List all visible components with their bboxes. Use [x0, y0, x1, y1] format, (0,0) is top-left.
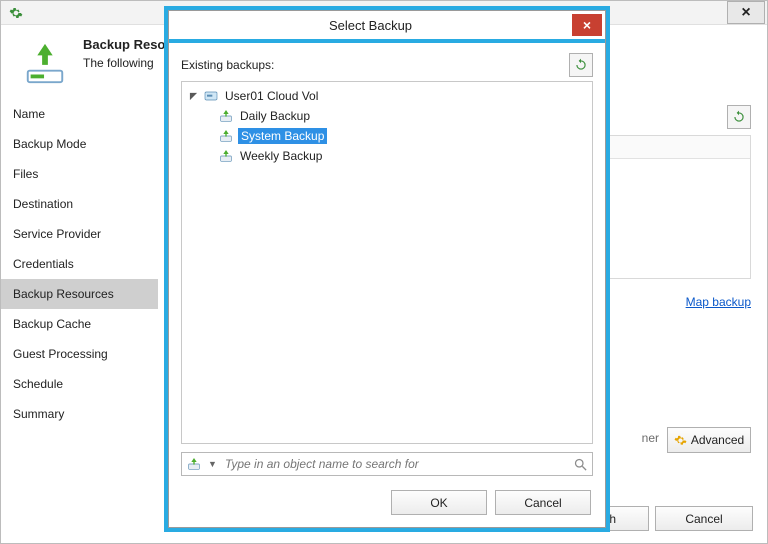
nav-label: Service Provider	[13, 227, 101, 241]
nav-item-credentials[interactable]: Credentials	[1, 249, 158, 279]
map-backup-link[interactable]: Map backup	[686, 295, 751, 309]
tree-node-backup[interactable]: Weekly Backup	[184, 146, 590, 166]
close-icon: ×	[583, 17, 591, 33]
nav-label: Credentials	[13, 257, 74, 271]
nav-label: Schedule	[13, 377, 63, 391]
backup-tree[interactable]: User01 Cloud Vol Daily Backup System Bac…	[181, 81, 593, 444]
nav-label: Name	[13, 107, 45, 121]
wizard-cancel-button[interactable]: Cancel	[655, 506, 753, 531]
wizard-close-button[interactable]: ×	[727, 1, 765, 24]
search-icon[interactable]	[573, 457, 588, 472]
app-gear-icon	[7, 4, 25, 22]
existing-backups-label: Existing backups:	[181, 58, 274, 72]
refresh-icon	[732, 110, 746, 124]
ok-button[interactable]: OK	[391, 490, 487, 515]
nav-label: Files	[13, 167, 38, 181]
backup-icon	[218, 128, 234, 144]
advanced-button[interactable]: Advanced	[667, 427, 751, 453]
dropdown-icon[interactable]: ▼	[208, 459, 217, 469]
search-input[interactable]	[223, 456, 567, 472]
tree-node-root[interactable]: User01 Cloud Vol	[184, 86, 590, 106]
tree-node-backup[interactable]: System Backup	[184, 126, 590, 146]
existing-backups-row: Existing backups:	[181, 53, 593, 77]
button-label: OK	[430, 496, 447, 510]
dialog-titlebar: Select Backup ×	[169, 11, 605, 43]
cloud-volume-icon	[203, 88, 219, 104]
nav-label: Backup Cache	[13, 317, 91, 331]
nav-item-service-provider[interactable]: Service Provider	[1, 219, 158, 249]
refresh-icon	[574, 58, 588, 72]
nav-label: Backup Resources	[13, 287, 114, 301]
nav-item-files[interactable]: Files	[1, 159, 158, 189]
gear-icon	[674, 434, 687, 447]
dialog-body: Existing backups: User01 Cloud Vol Daily	[169, 43, 605, 482]
tree-label: Weekly Backup	[238, 148, 324, 164]
wizard-sidebar: Name Backup Mode Files Destination Servi…	[1, 95, 158, 429]
nav-label: Guest Processing	[13, 347, 108, 361]
nav-label: Backup Mode	[13, 137, 86, 151]
collapse-icon[interactable]	[188, 92, 199, 101]
dialog-close-button[interactable]: ×	[572, 14, 602, 36]
nav-item-backup-cache[interactable]: Backup Cache	[1, 309, 158, 339]
nav-item-backup-resources[interactable]: Backup Resources	[1, 279, 158, 309]
nav-item-schedule[interactable]: Schedule	[1, 369, 158, 399]
truncated-text: ner	[642, 431, 659, 445]
nav-label: Destination	[13, 197, 73, 211]
nav-item-backup-mode[interactable]: Backup Mode	[1, 129, 158, 159]
wizard-header-icon	[17, 35, 73, 91]
refresh-button[interactable]	[727, 105, 751, 129]
nav-item-name[interactable]: Name	[1, 99, 158, 129]
backup-icon	[218, 148, 234, 164]
nav-label: Summary	[13, 407, 64, 421]
nav-item-summary[interactable]: Summary	[1, 399, 158, 429]
backup-icon	[218, 108, 234, 124]
dialog-title: Select Backup	[169, 18, 572, 33]
tree-node-backup[interactable]: Daily Backup	[184, 106, 590, 126]
dialog-cancel-button[interactable]: Cancel	[495, 490, 591, 515]
tree-label: Daily Backup	[238, 108, 312, 124]
button-label: Cancel	[524, 496, 561, 510]
tree-label: System Backup	[238, 128, 327, 144]
select-backup-dialog: Select Backup × Existing backups: User01…	[168, 10, 606, 528]
button-label: Cancel	[685, 512, 722, 526]
nav-item-destination[interactable]: Destination	[1, 189, 158, 219]
dialog-footer: OK Cancel	[169, 482, 605, 527]
close-icon: ×	[741, 4, 750, 22]
advanced-label: Advanced	[691, 433, 744, 447]
nav-item-guest-processing[interactable]: Guest Processing	[1, 339, 158, 369]
tree-label: User01 Cloud Vol	[223, 88, 320, 104]
search-field[interactable]: ▼	[181, 452, 593, 476]
backup-icon	[186, 456, 202, 472]
refresh-button[interactable]	[569, 53, 593, 77]
